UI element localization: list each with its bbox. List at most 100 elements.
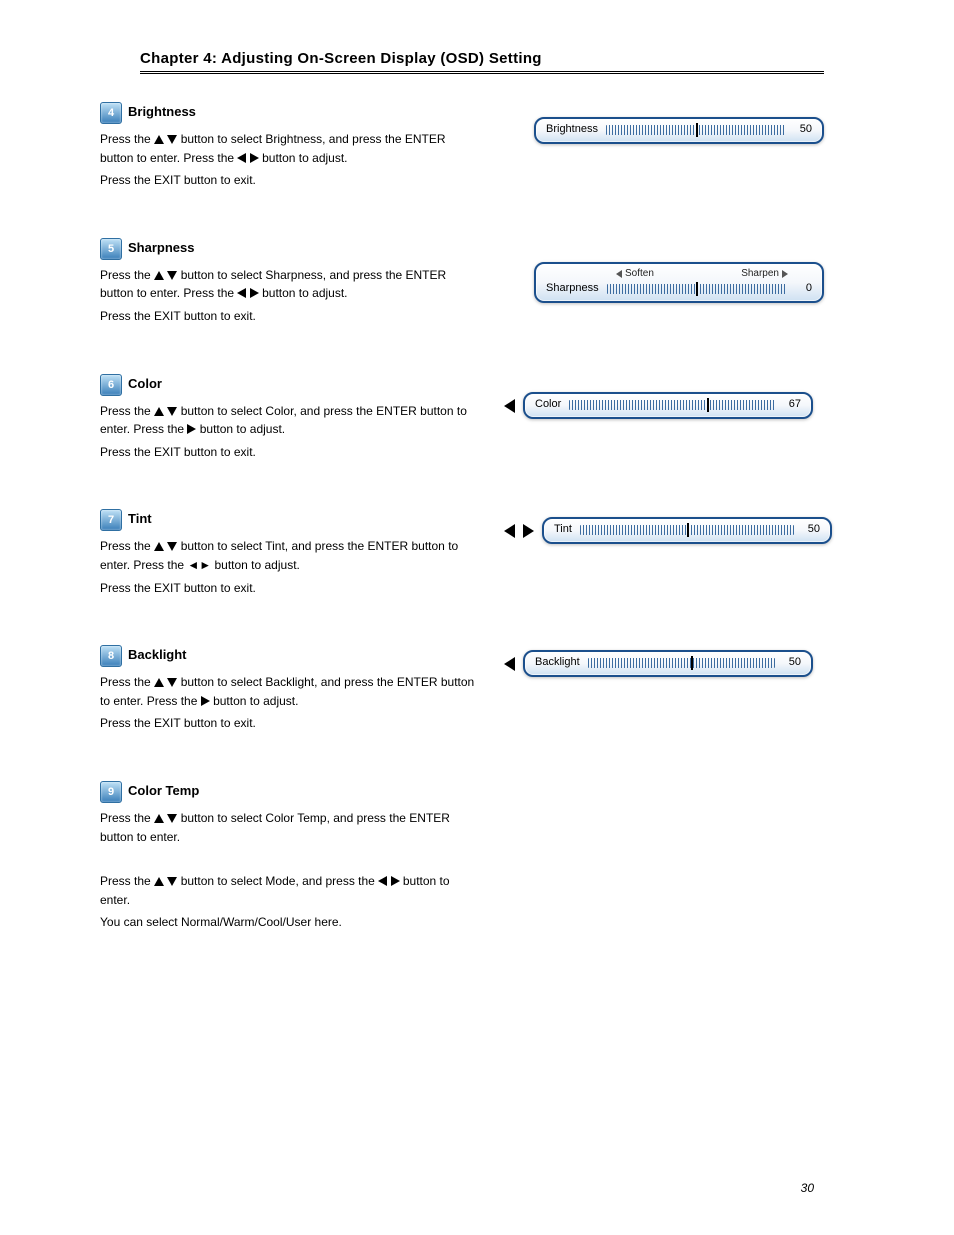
- slider-value: 50: [783, 656, 801, 669]
- arrow-up-icon: [154, 271, 164, 280]
- arrow-down-icon: [167, 877, 177, 886]
- section-heading: 4 Brightness: [100, 102, 480, 124]
- osd-box: Tint 50: [542, 517, 832, 544]
- osd-slider-sharpness: Soften Sharpen Sharpness 0: [504, 262, 824, 303]
- slider-row: Tint 50: [554, 523, 820, 536]
- heading-rule: [140, 71, 824, 74]
- slider-thumb[interactable]: [696, 123, 698, 137]
- instruction-section: 7 Tint Press the button to select Tint, an…: [100, 509, 480, 597]
- arrow-right-icon: [250, 153, 259, 163]
- step-number-badge: 5: [100, 238, 122, 260]
- arrow-right-icon: [250, 288, 259, 298]
- instruction-line: Press the EXIT button to exit.: [100, 579, 480, 598]
- slider-row: Brightness 50: [546, 123, 812, 136]
- step-number-badge: 7: [100, 509, 122, 531]
- arrow-up-icon: [154, 678, 164, 687]
- instruction-line: Press the button to select Color Temp, a…: [100, 809, 480, 846]
- section-body: Press the button to select Color, and pr…: [100, 402, 480, 462]
- arrow-up-icon: [154, 407, 164, 416]
- page-number: 30: [801, 1181, 814, 1195]
- instruction-section: 6 Color Press the button to select Color, …: [100, 374, 480, 462]
- instruction-section: Press the button to select Mode, and pre…: [100, 872, 480, 932]
- section-body: Press the button to select Backlight, an…: [100, 673, 480, 733]
- nav-right-icon: [523, 524, 534, 538]
- section-heading: 5 Sharpness: [100, 238, 480, 260]
- slider-hint-left: Soften: [616, 268, 654, 280]
- arrow-right-icon: [187, 424, 196, 434]
- slider-label: Color: [535, 398, 561, 411]
- arrow-down-icon: [167, 814, 177, 823]
- osd-slider-tint: Tint 50: [504, 517, 832, 544]
- section-body: Press the button to select Color Temp, a…: [100, 809, 480, 846]
- nav-left-icon: [504, 524, 515, 538]
- slider-label: Sharpness: [546, 282, 599, 295]
- section-body: Press the button to select Sharpness, an…: [100, 266, 480, 326]
- slider-hint-right: Sharpen: [741, 268, 788, 280]
- nav-left-icon: [504, 657, 515, 671]
- figure-column: Brightness 50 Soften Sharpen Sharpness: [504, 102, 824, 958]
- instruction-line: Press the EXIT button to exit.: [100, 443, 480, 462]
- instruction-line: Press the button to select Color, and pr…: [100, 402, 480, 439]
- section-heading: 8Backlight: [100, 645, 480, 667]
- slider-row: Backlight 50: [535, 656, 801, 669]
- instruction-section: 8Backlight Press the button to select Bac…: [100, 645, 480, 733]
- step-number-badge: 8: [100, 645, 122, 667]
- instruction-line: Press the button to select Brightness, a…: [100, 130, 480, 167]
- slider-value: 67: [783, 398, 801, 411]
- instruction-section: 4 Brightness Press the button to select Br…: [100, 102, 480, 190]
- slider-thumb[interactable]: [696, 282, 698, 296]
- slider-label: Brightness: [546, 123, 598, 136]
- arrow-right-icon: [391, 876, 400, 886]
- section-body: Press the button to select Mode, and pre…: [100, 872, 480, 932]
- instruction-line: Press the button to select Tint, and pre…: [100, 537, 480, 574]
- osd-box: Color 67: [523, 392, 813, 419]
- slider-track[interactable]: [607, 284, 786, 294]
- section-body: Press the button to select Brightness, a…: [100, 130, 480, 190]
- content-columns: 4 Brightness Press the button to select Br…: [100, 102, 824, 958]
- instruction-line: Press the EXIT button to exit.: [100, 714, 480, 733]
- section-heading: 7 Tint: [100, 509, 480, 531]
- mini-arrow-right-icon: [782, 270, 788, 278]
- osd-box: Backlight 50: [523, 650, 813, 677]
- chapter-title: Chapter 4: Adjusting On-Screen Display (…: [140, 50, 824, 67]
- instruction-section: 9 Color Temp Press the button to select Co…: [100, 781, 480, 846]
- instruction-line: You can select Normal/Warm/Cool/User her…: [100, 913, 480, 932]
- slider-track[interactable]: [580, 525, 794, 535]
- slider-thumb[interactable]: [691, 656, 693, 670]
- step-number-badge: 6: [100, 374, 122, 396]
- section-title: Brightness: [128, 104, 196, 119]
- section-title: Tint: [128, 511, 152, 526]
- arrow-down-icon: [167, 542, 177, 551]
- slider-label: Backlight: [535, 656, 580, 669]
- arrow-up-icon: [154, 814, 164, 823]
- instruction-line: Press the button to select Backlight, an…: [100, 673, 480, 710]
- arrow-down-icon: [167, 678, 177, 687]
- section-heading: 9 Color Temp: [100, 781, 480, 803]
- slider-thumb[interactable]: [687, 523, 689, 537]
- nav-left-icon: [504, 399, 515, 413]
- section-body: Press the button to select Tint, and pre…: [100, 537, 480, 597]
- section-title: Color Temp: [128, 783, 199, 798]
- osd-box: Soften Sharpen Sharpness 0: [534, 262, 824, 303]
- step-number-badge: 9: [100, 781, 122, 803]
- arrow-down-icon: [167, 135, 177, 144]
- step-number-badge: 4: [100, 102, 122, 124]
- slider-track[interactable]: [606, 125, 786, 135]
- arrow-right-icon: [201, 696, 210, 706]
- slider-track[interactable]: [569, 400, 775, 410]
- instruction-line: Press the EXIT button to exit.: [100, 171, 480, 190]
- instruction-section: 5 Sharpness Press the button to select Sha…: [100, 238, 480, 326]
- instruction-line: Press the button to select Sharpness, an…: [100, 266, 480, 303]
- slider-label: Tint: [554, 523, 572, 536]
- slider-value: 50: [802, 523, 820, 536]
- slider-hint-row: Soften Sharpen: [546, 268, 812, 282]
- osd-slider-color: Color 67: [504, 392, 813, 419]
- slider-track[interactable]: [588, 658, 775, 668]
- arrow-down-icon: [167, 271, 177, 280]
- section-title: Color: [128, 376, 162, 391]
- arrow-up-icon: [154, 542, 164, 551]
- osd-slider-backlight: Backlight 50: [504, 650, 813, 677]
- slider-thumb[interactable]: [707, 398, 709, 412]
- arrow-up-icon: [154, 877, 164, 886]
- section-title: Sharpness: [128, 240, 194, 255]
